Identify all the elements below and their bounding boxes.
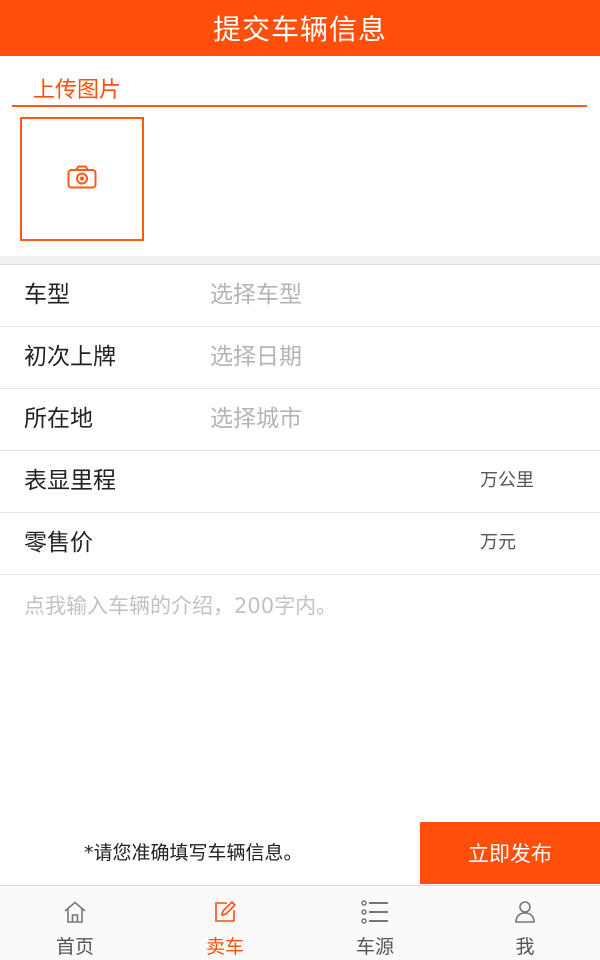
city-picker[interactable]: 选择城市 bbox=[210, 389, 302, 449]
page-title: 提交车辆信息 bbox=[212, 13, 387, 46]
section-divider bbox=[0, 256, 600, 265]
tab-me[interactable]: 我 bbox=[450, 886, 600, 960]
car-model-row[interactable]: 车型 选择车型 bbox=[0, 265, 600, 327]
car-model-label: 车型 bbox=[24, 282, 70, 308]
car-model-picker[interactable]: 选择车型 bbox=[210, 265, 302, 325]
tab-car-source-label: 车源 bbox=[355, 936, 394, 958]
list-icon bbox=[361, 898, 389, 926]
location-row[interactable]: 所在地 选择城市 bbox=[0, 389, 600, 451]
upload-section: 上传图片 bbox=[0, 56, 600, 256]
vehicle-intro-textarea[interactable]: 点我输入车辆的介绍，200字内。 bbox=[24, 590, 337, 620]
upload-image-button[interactable] bbox=[20, 117, 144, 241]
top-navbar: 提交车辆信息 bbox=[0, 0, 600, 56]
home-icon bbox=[63, 898, 87, 926]
accuracy-notice: *请您准确填写车辆信息。 bbox=[84, 842, 303, 864]
retail-price-label: 零售价 bbox=[24, 530, 93, 556]
upload-title-underline bbox=[12, 105, 587, 107]
location-label: 所在地 bbox=[24, 406, 93, 432]
first-registration-row[interactable]: 初次上牌 选择日期 bbox=[0, 327, 600, 389]
vehicle-form: 车型 选择车型 初次上牌 选择日期 所在地 选择城市 表显里程 万公里 零售价 … bbox=[0, 265, 600, 575]
camera-icon bbox=[67, 165, 97, 193]
edit-icon bbox=[213, 898, 237, 926]
tab-sell-car-label: 卖车 bbox=[205, 936, 244, 958]
publish-button[interactable]: 立即发布 bbox=[420, 822, 600, 884]
first-registration-label: 初次上牌 bbox=[24, 344, 116, 370]
retail-price-unit: 万元 bbox=[480, 532, 516, 553]
mileage-unit: 万公里 bbox=[480, 470, 534, 491]
mileage-label: 表显里程 bbox=[24, 468, 116, 494]
bottom-action-bar: *请您准确填写车辆信息。 立即发布 bbox=[0, 822, 600, 884]
bottom-tab-bar: 首页 卖车 车源 我 bbox=[0, 885, 600, 960]
mileage-row[interactable]: 表显里程 万公里 bbox=[0, 451, 600, 513]
upload-section-title: 上传图片 bbox=[33, 78, 122, 103]
tab-home[interactable]: 首页 bbox=[0, 886, 150, 960]
user-icon bbox=[514, 898, 536, 926]
tab-car-source[interactable]: 车源 bbox=[300, 886, 450, 960]
tab-me-label: 我 bbox=[515, 936, 535, 958]
first-registration-date-picker[interactable]: 选择日期 bbox=[210, 327, 302, 387]
page: 提交车辆信息 上传图片 车型 选择车型 初次上牌 选择日期 所在地 选择城市 表… bbox=[0, 0, 600, 960]
tab-home-label: 首页 bbox=[55, 936, 94, 958]
tab-sell-car[interactable]: 卖车 bbox=[150, 886, 300, 960]
retail-price-row[interactable]: 零售价 万元 bbox=[0, 513, 600, 575]
